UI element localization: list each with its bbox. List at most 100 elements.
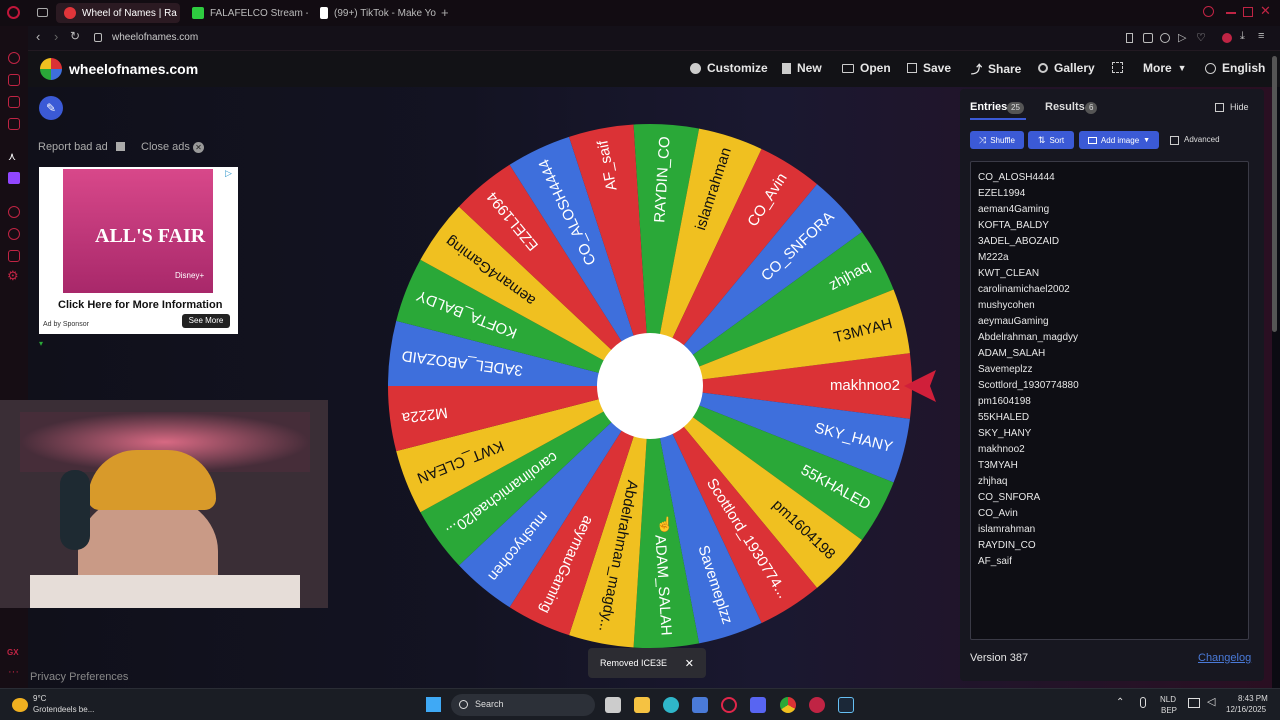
wheel[interactable]: makhnoo2SKY_HANY55KHALEDpm1604198Scottlo… bbox=[384, 120, 916, 652]
sort-button[interactable]: ⇅ Sort bbox=[1028, 131, 1074, 149]
entry-line[interactable]: 55KHALED bbox=[978, 412, 1029, 423]
ad-banner-image[interactable]: ALL'S FAIR Disney+ bbox=[63, 169, 213, 293]
entry-line[interactable]: CO_SNFORA bbox=[978, 492, 1040, 503]
shopping-icon[interactable] bbox=[8, 74, 20, 86]
tray-chevron-icon[interactable]: ⌃ bbox=[1116, 697, 1124, 708]
entry-line[interactable]: SKY_HANY bbox=[978, 428, 1031, 439]
microphone-icon[interactable] bbox=[1140, 697, 1146, 708]
entry-line[interactable]: islamrahman bbox=[978, 524, 1035, 535]
reload-icon[interactable]: ↻ bbox=[70, 29, 80, 43]
extensions-icon[interactable] bbox=[8, 250, 20, 262]
chrome-icon[interactable] bbox=[780, 697, 796, 713]
close-window-icon[interactable]: ✕ bbox=[1260, 3, 1271, 19]
settings-icon[interactable]: ⚙ bbox=[7, 268, 19, 284]
steam-icon[interactable] bbox=[838, 697, 854, 713]
gallery-button[interactable]: Gallery bbox=[1038, 61, 1095, 75]
search-tabs-icon[interactable] bbox=[1203, 6, 1214, 17]
discord-icon[interactable] bbox=[750, 697, 766, 713]
more-menu[interactable]: More ▼ bbox=[1143, 61, 1187, 75]
tab-falafelco-stream[interactable]: FALAFELCO Stream - Wa bbox=[184, 3, 308, 23]
see-more-button[interactable]: See More bbox=[182, 314, 230, 328]
heart-icon[interactable]: ♡ bbox=[1196, 31, 1206, 44]
entry-line[interactable]: aeman4Gaming bbox=[978, 204, 1049, 215]
clock-time[interactable]: 8:43 PM bbox=[1238, 694, 1268, 703]
weather-temp[interactable]: 9°C bbox=[33, 694, 46, 703]
store-icon[interactable] bbox=[692, 697, 708, 713]
ad-cta-text[interactable]: Click Here for More Information bbox=[58, 299, 222, 311]
entry-line[interactable]: pm1604198 bbox=[978, 396, 1031, 407]
report-bad-ad-link[interactable]: Report bad ad bbox=[38, 141, 108, 153]
gx-icon[interactable]: GX bbox=[7, 648, 19, 657]
hide-checkbox[interactable] bbox=[1215, 103, 1224, 112]
player-sidebar-icon[interactable] bbox=[8, 206, 20, 218]
open-button[interactable]: Open bbox=[842, 61, 891, 75]
changelog-link[interactable]: Changelog bbox=[1198, 652, 1251, 664]
tab-overview-icon[interactable] bbox=[37, 8, 48, 17]
shuffle-button[interactable]: ⤨ Shuffle bbox=[970, 131, 1024, 149]
bookmark-icon[interactable] bbox=[1126, 33, 1133, 43]
entry-line[interactable]: Abdelrahman_magdyy bbox=[978, 332, 1078, 343]
new-tab-icon[interactable]: + bbox=[441, 5, 449, 20]
adblock-icon[interactable] bbox=[1160, 33, 1170, 43]
tab-tiktok[interactable]: (99+) TikTok - Make Your bbox=[312, 3, 436, 23]
tab-entries[interactable]: Entries bbox=[970, 101, 1007, 113]
save-button[interactable]: Save bbox=[907, 61, 951, 75]
entry-line[interactable]: ADAM_SALAH bbox=[978, 348, 1045, 359]
entry-line[interactable]: T3MYAH bbox=[978, 460, 1018, 471]
kick-app-icon[interactable]: ⋏ bbox=[8, 150, 16, 163]
twitch-icon[interactable] bbox=[8, 172, 20, 184]
ad-box[interactable]: ALL'S FAIR Disney+ ▷ Click Here for More… bbox=[39, 167, 238, 334]
entry-line[interactable]: AF_saif bbox=[978, 556, 1012, 567]
adchoices-icon[interactable]: ▷ bbox=[225, 168, 232, 179]
entry-line[interactable]: CO_ALOSH4444 bbox=[978, 172, 1055, 183]
clock-date[interactable]: 12/16/2025 bbox=[1226, 705, 1266, 714]
add-image-button[interactable]: Add image ▼ bbox=[1079, 131, 1159, 149]
edit-wheel-button[interactable]: ✎ bbox=[39, 96, 63, 120]
snapshot-icon[interactable] bbox=[1143, 33, 1153, 43]
entry-line[interactable]: Scottlord_1930774880 bbox=[978, 380, 1079, 391]
entry-line[interactable]: EZEL1994 bbox=[978, 188, 1025, 199]
weather-desc[interactable]: Grotendeels be... bbox=[33, 705, 94, 714]
lang-top[interactable]: NLD bbox=[1160, 695, 1176, 704]
entry-line[interactable]: 3ADEL_ABOZAID bbox=[978, 236, 1059, 247]
entry-line[interactable]: KWT_CLEAN bbox=[978, 268, 1039, 279]
close-icon[interactable]: ✕ bbox=[193, 142, 204, 153]
site-title[interactable]: wheelofnames.com bbox=[69, 61, 198, 77]
task-view-icon[interactable] bbox=[605, 697, 621, 713]
start-icon[interactable] bbox=[426, 697, 441, 712]
wheel-logo-icon[interactable] bbox=[40, 58, 62, 80]
mail-icon[interactable] bbox=[8, 118, 20, 130]
entry-line[interactable]: M222a bbox=[978, 252, 1009, 263]
entry-line[interactable]: CO_Avin bbox=[978, 508, 1018, 519]
tab-results[interactable]: Results bbox=[1045, 101, 1085, 113]
privacy-preferences-link[interactable]: Privacy Preferences bbox=[30, 671, 128, 683]
more-sidebar-icon[interactable]: ··· bbox=[8, 666, 19, 678]
entry-line[interactable]: makhnoo2 bbox=[978, 444, 1025, 455]
entry-line[interactable]: carolinamichael2002 bbox=[978, 284, 1070, 295]
close-ads-link[interactable]: Close ads bbox=[141, 141, 190, 153]
wheel-center-button[interactable] bbox=[597, 333, 703, 439]
url-field[interactable]: wheelofnames.com bbox=[112, 32, 198, 43]
entry-line[interactable]: KOFTA_BALDY bbox=[978, 220, 1049, 231]
volume-icon[interactable]: ◁ bbox=[1207, 695, 1215, 708]
share-button[interactable]: ⤴ Share bbox=[971, 61, 1021, 77]
profile-icon[interactable] bbox=[1222, 33, 1232, 43]
network-icon[interactable] bbox=[1188, 698, 1200, 708]
opera-logo-icon[interactable] bbox=[7, 6, 20, 19]
opera-gx-icon[interactable] bbox=[721, 697, 737, 713]
new-button[interactable]: New bbox=[782, 61, 822, 75]
entry-line[interactable]: aeymauGaming bbox=[978, 316, 1049, 327]
player-icon[interactable]: ▷ bbox=[1178, 31, 1186, 44]
edge-icon[interactable] bbox=[663, 697, 679, 713]
aria-icon[interactable] bbox=[8, 52, 20, 64]
minimize-icon[interactable] bbox=[1226, 12, 1236, 14]
taskbar-search-box[interactable]: Search bbox=[451, 694, 595, 716]
weather-icon[interactable] bbox=[12, 698, 28, 712]
close-toast-icon[interactable]: ✕ bbox=[685, 657, 694, 670]
history-icon[interactable] bbox=[8, 228, 20, 240]
entry-line[interactable]: RAYDIN_CO bbox=[978, 540, 1036, 551]
maximize-icon[interactable] bbox=[1243, 7, 1253, 17]
page-scrollbar[interactable] bbox=[1272, 56, 1277, 332]
file-explorer-icon[interactable] bbox=[634, 697, 650, 713]
easy-setup-icon[interactable]: ≡ bbox=[1258, 30, 1264, 42]
